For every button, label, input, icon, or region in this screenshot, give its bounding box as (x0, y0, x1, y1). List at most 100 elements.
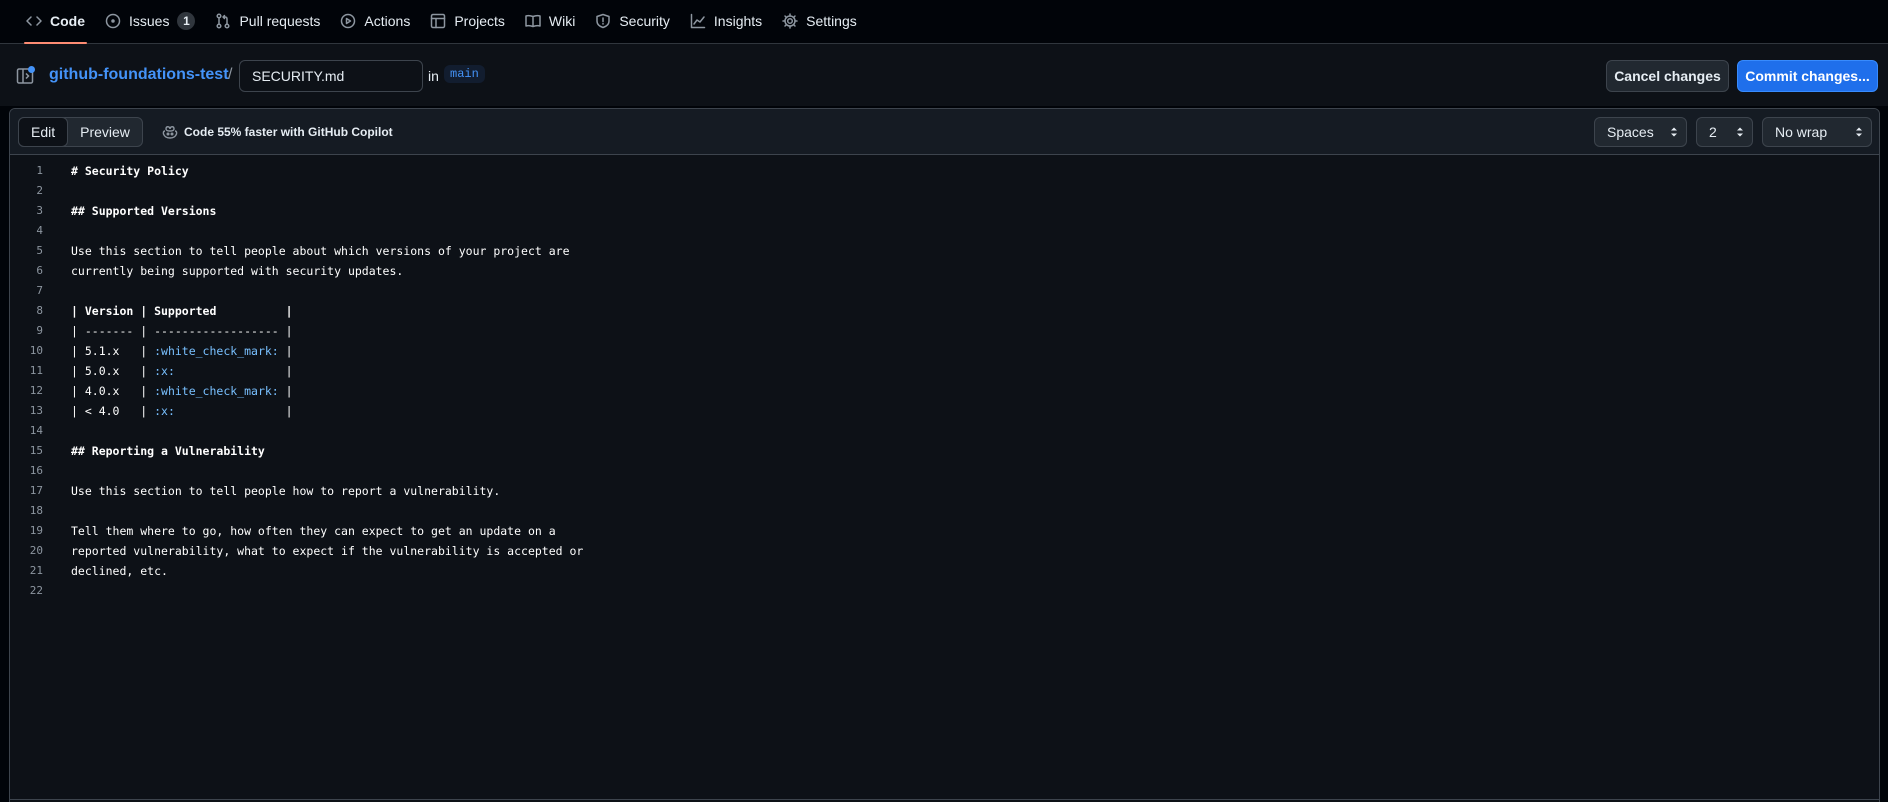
tab-settings-label: Settings (806, 13, 857, 29)
code-line[interactable]: 15 ## Reporting a Vulnerability (10, 441, 1879, 461)
cancel-changes-button[interactable]: Cancel changes (1606, 60, 1729, 92)
filename-input[interactable] (239, 60, 423, 92)
copilot-icon (162, 126, 178, 139)
indent-mode-value: Spaces (1607, 124, 1654, 140)
edit-tab[interactable]: Edit (18, 117, 69, 147)
line-number: 10 (29, 344, 43, 357)
commit-changes-button[interactable]: Commit changes... (1737, 60, 1878, 92)
code-line[interactable]: 5 Use this section to tell people about w… (10, 241, 1879, 261)
tab-projects-label: Projects (454, 13, 505, 29)
line-number: 7 (36, 284, 43, 297)
edit-preview-toggle: Edit Preview (18, 117, 143, 147)
code-line[interactable]: 7 (10, 281, 1879, 301)
repo-nav: Code Issues 1 Pull requests Actions Proj… (0, 0, 1888, 44)
indent-mode-select[interactable]: Spaces (1594, 117, 1687, 147)
select-caret-icon (1856, 127, 1862, 137)
wrap-mode-select[interactable]: No wrap (1762, 117, 1872, 147)
code-line[interactable]: 9 | ------- | ------------------ | (10, 321, 1879, 341)
branch-badge: main (444, 65, 485, 83)
line-text: | ------- | ------------------ | (71, 324, 293, 338)
code-line[interactable]: 3 ## Supported Versions (10, 201, 1879, 221)
code-line[interactable]: 20 reported vulnerability, what to expect… (10, 541, 1879, 561)
line-number: 6 (36, 264, 43, 277)
copilot-promo-text: Code 55% faster with GitHub Copilot (184, 125, 393, 139)
line-number: 11 (29, 364, 43, 377)
path-separator: / (228, 66, 233, 83)
issue-icon (105, 13, 121, 29)
code-line[interactable]: 2 (10, 181, 1879, 201)
line-text: # Security Policy (71, 164, 189, 178)
code-editor: Edit Preview Code 55% faster with GitHub… (9, 108, 1880, 802)
tab-issues-label: Issues (129, 13, 170, 29)
gear-icon (782, 13, 798, 29)
line-text: | Version | Supported | (71, 304, 293, 318)
code-line[interactable]: 22 (10, 581, 1879, 601)
tab-security[interactable]: Security (585, 0, 680, 43)
line-number: 3 (36, 204, 43, 217)
play-icon (341, 13, 356, 29)
indent-size-value: 2 (1709, 124, 1717, 140)
line-number: 2 (36, 184, 43, 197)
line-text: | 5.0.x | :x: | (71, 364, 293, 378)
line-number: 21 (29, 564, 43, 577)
tab-pull-requests[interactable]: Pull requests (205, 0, 330, 43)
code-line[interactable]: 19 Tell them where to go, how often they … (10, 521, 1879, 541)
line-text: ## Supported Versions (71, 204, 217, 218)
line-number: 4 (36, 224, 43, 237)
line-number: 9 (36, 324, 43, 337)
tab-code-label: Code (50, 13, 85, 29)
code-line[interactable]: 18 (10, 501, 1879, 521)
line-number: 14 (29, 424, 43, 437)
code-line[interactable]: 14 (10, 421, 1879, 441)
code-line[interactable]: 12 | 4.0.x | :white_check_mark: | (10, 381, 1879, 401)
code-content[interactable]: 1 # Security Policy 2 3 ## Supported Version… (10, 155, 1879, 601)
line-number: 1 (36, 164, 43, 177)
line-text: currently being supported with security … (71, 264, 404, 278)
tab-wiki[interactable]: Wiki (515, 0, 585, 43)
repo-link[interactable]: github-foundations-test (49, 66, 229, 84)
line-number: 16 (29, 464, 43, 477)
file-header: github-foundations-test / in main Cancel… (0, 44, 1888, 106)
graph-icon (690, 13, 706, 29)
code-line[interactable]: 6 currently being supported with security… (10, 261, 1879, 281)
select-caret-icon (1671, 127, 1677, 137)
line-number: 13 (29, 404, 43, 417)
tab-settings[interactable]: Settings (772, 0, 867, 43)
code-line[interactable]: 4 (10, 221, 1879, 241)
tab-actions[interactable]: Actions (330, 0, 420, 43)
code-line[interactable]: 17 Use this section to tell people how to… (10, 481, 1879, 501)
code-line[interactable]: 11 | 5.0.x | :x: | (10, 361, 1879, 381)
indent-size-select[interactable]: 2 (1696, 117, 1753, 147)
tab-issues[interactable]: Issues 1 (95, 0, 205, 43)
line-number: 20 (29, 544, 43, 557)
line-number: 8 (36, 304, 43, 317)
line-number: 5 (36, 244, 43, 257)
tab-projects[interactable]: Projects (420, 0, 515, 43)
code-line[interactable]: 10 | 5.1.x | :white_check_mark: | (10, 341, 1879, 361)
copilot-promo[interactable]: Code 55% faster with GitHub Copilot (162, 124, 393, 140)
wrap-mode-value: No wrap (1775, 124, 1828, 140)
code-icon (26, 16, 42, 26)
tab-insights[interactable]: Insights (680, 0, 772, 43)
tab-code[interactable]: Code (16, 0, 95, 44)
shield-icon (596, 13, 611, 29)
in-label: in (428, 68, 439, 84)
line-number: 18 (29, 504, 43, 517)
table-icon (431, 13, 446, 29)
code-line[interactable]: 21 declined, etc. (10, 561, 1879, 581)
code-line[interactable]: 1 # Security Policy (10, 161, 1879, 181)
preview-tab[interactable]: Preview (68, 118, 142, 146)
line-text: declined, etc. (71, 564, 168, 578)
code-line[interactable]: 8 | Version | Supported | (10, 301, 1879, 321)
issues-count-badge: 1 (177, 12, 196, 30)
line-text: ## Reporting a Vulnerability (71, 444, 265, 458)
code-line[interactable]: 13 | < 4.0 | :x: | (10, 401, 1879, 421)
line-text: Use this section to tell people how to r… (71, 484, 501, 498)
tab-pull-requests-label: Pull requests (239, 13, 321, 29)
line-number: 15 (29, 444, 43, 457)
line-text: | 5.1.x | :white_check_mark: | (71, 344, 293, 358)
line-text: | < 4.0 | :x: | (71, 404, 293, 418)
tab-actions-label: Actions (364, 13, 411, 29)
line-number: 12 (29, 384, 43, 397)
code-line[interactable]: 16 (10, 461, 1879, 481)
